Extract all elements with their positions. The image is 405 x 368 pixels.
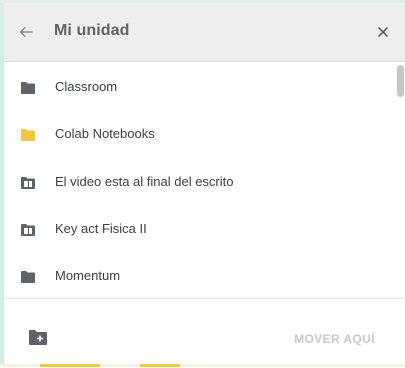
list-item-label: Key act Fisica II [55,221,147,236]
close-button[interactable] [371,20,395,44]
new-folder-button[interactable] [28,328,48,346]
dialog-title: Mi unidad [54,22,130,39]
folder-icon [21,271,35,283]
list-item[interactable]: Key act Fisica II [4,208,400,254]
list-item[interactable]: Colab Notebooks [4,113,400,159]
list-item[interactable]: Classroom [4,66,400,112]
list-item-label: Classroom [55,79,118,94]
close-icon [378,27,388,37]
arrow-back-icon [19,26,33,38]
shared-folder-icon [21,177,35,189]
list-item-label: El video esta al final del escrito [55,174,234,189]
list-item-label: Colab Notebooks [55,126,155,141]
list-item[interactable]: El video esta al final del escrito [4,161,400,207]
dialog-header: Mi unidad [4,3,405,62]
shared-folder-icon [21,224,35,236]
move-dialog: Mi unidad Classroom Colab Notebooks El v… [4,3,405,368]
list-item[interactable]: Momentum [4,255,400,298]
dialog-footer: MOVER AQUÍ [4,298,405,368]
new-folder-icon [29,330,47,345]
folder-icon [21,129,35,141]
back-button[interactable] [14,20,38,44]
scrollbar[interactable] [397,65,404,97]
folder-list: Classroom Colab Notebooks El video esta … [4,62,400,298]
list-item-label: Momentum [55,268,121,283]
folder-icon [21,82,35,94]
move-here-button[interactable]: MOVER AQUÍ [294,332,375,346]
